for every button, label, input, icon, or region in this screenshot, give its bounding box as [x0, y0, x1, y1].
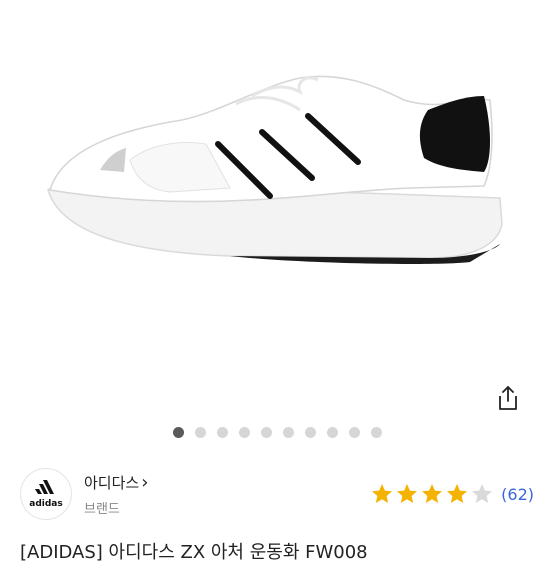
sneaker-image [47, 75, 503, 264]
review-count[interactable]: (62) [501, 485, 534, 504]
carousel-dot[interactable] [217, 426, 228, 438]
product-image[interactable] [0, 0, 555, 420]
star-icon [422, 484, 443, 503]
share-icon [499, 386, 517, 410]
carousel-dot[interactable] [283, 426, 294, 438]
share-button[interactable] [490, 380, 526, 416]
brand-logo-text: adidas [29, 498, 63, 509]
carousel-dot[interactable] [195, 426, 206, 438]
rating[interactable]: (62) [370, 482, 534, 506]
star-icon [447, 484, 468, 503]
brand-name: 아디다스 [84, 474, 140, 492]
chevron-right-icon: › [141, 472, 149, 493]
star-icon [397, 484, 418, 503]
star-icon [372, 484, 393, 503]
carousel-indicator [0, 424, 555, 440]
star-icon [472, 484, 493, 503]
brand-subtitle: 브랜드 [84, 502, 120, 517]
carousel-dot[interactable] [305, 426, 316, 438]
brand-section: adidas 아디다스 › 브랜드 (62) [20, 468, 540, 524]
carousel-dot[interactable] [239, 426, 250, 438]
carousel-dot[interactable] [327, 426, 338, 438]
carousel-dot[interactable] [371, 426, 382, 438]
rating-stars [370, 482, 494, 506]
carousel-dot[interactable] [261, 426, 272, 438]
product-title: [ADIDAS] 아디다스 ZX 아처 운동화 FW008 [20, 542, 368, 563]
carousel-dot[interactable] [349, 426, 360, 438]
brand-link[interactable]: 아디다스 › [84, 472, 148, 493]
adidas-logo-icon [35, 479, 54, 494]
carousel-dot[interactable] [173, 426, 184, 438]
brand-logo[interactable]: adidas [20, 468, 72, 520]
